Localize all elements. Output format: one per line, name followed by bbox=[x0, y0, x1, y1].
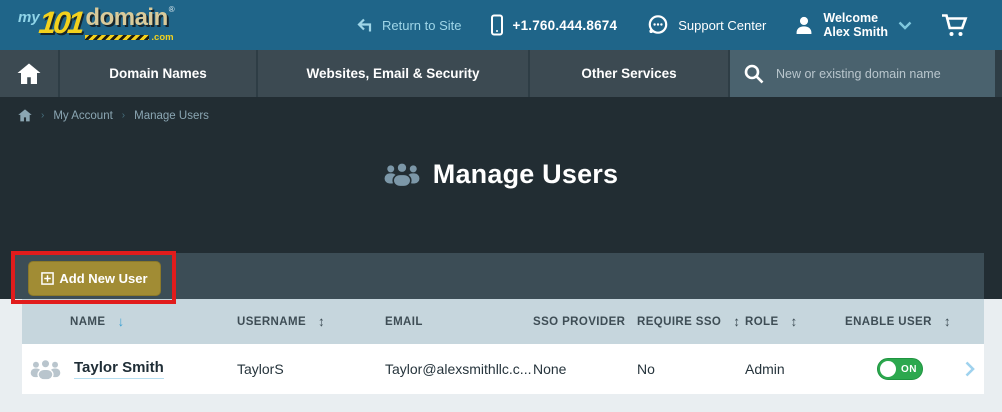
cell-username: TaylorS bbox=[237, 361, 284, 377]
phone-number: +1.760.444.8674 bbox=[512, 17, 618, 33]
mobile-phone-icon bbox=[490, 14, 504, 36]
users-group-icon bbox=[30, 358, 61, 380]
column-label: EMAIL bbox=[385, 315, 423, 328]
support-center-label: Support Center bbox=[678, 17, 767, 33]
logo-my-text: my bbox=[18, 9, 40, 27]
return-to-site-link[interactable]: Return to Site bbox=[357, 17, 462, 33]
domain-search-input[interactable] bbox=[774, 65, 968, 82]
users-group-icon bbox=[384, 162, 420, 187]
page-hero-section: › My Account › Manage Users Manage Users bbox=[0, 97, 1002, 304]
column-header-name[interactable]: NAME ↓ bbox=[22, 314, 237, 329]
nav-item-domain-names[interactable]: Domain Names bbox=[60, 50, 258, 97]
cell-sso-provider: None bbox=[533, 361, 567, 377]
return-to-site-label: Return to Site bbox=[381, 17, 462, 33]
user-icon bbox=[795, 16, 813, 34]
topbar-links: Return to Site +1.760.444.8674 Support C… bbox=[357, 11, 968, 40]
nav-home-button[interactable] bbox=[0, 50, 60, 97]
welcome-line2: Alex Smith bbox=[823, 25, 888, 39]
table-toolbar: Add New User bbox=[15, 253, 984, 299]
column-label: SSO PROVIDER bbox=[533, 315, 626, 328]
support-center-link[interactable]: Support Center bbox=[646, 13, 766, 37]
account-menu[interactable]: Welcome Alex Smith bbox=[795, 11, 912, 40]
sort-both-icon[interactable]: ↕ bbox=[318, 314, 325, 329]
nav-item-other-services[interactable]: Other Services bbox=[530, 50, 730, 97]
headset-icon bbox=[646, 13, 670, 37]
top-header-bar: my 101 domain ® .com Return to Site +1.7… bbox=[0, 0, 1002, 50]
site-logo[interactable]: my 101 domain ® .com bbox=[18, 4, 175, 43]
chevron-down-icon bbox=[898, 21, 912, 30]
column-header-username[interactable]: USERNAME ↕ bbox=[237, 314, 385, 329]
chevron-right-icon[interactable] bbox=[965, 361, 975, 377]
cell-enable-user: ON bbox=[845, 358, 955, 380]
shopping-cart-icon bbox=[941, 13, 968, 38]
column-label: USERNAME bbox=[237, 315, 307, 328]
toggle-knob bbox=[880, 361, 896, 377]
column-header-sso-provider[interactable]: SSO PROVIDER bbox=[533, 316, 637, 328]
cell-email: Taylor@alexsmithllc.c... bbox=[385, 361, 532, 377]
page-title: Manage Users bbox=[0, 159, 1002, 190]
cart-button[interactable] bbox=[941, 13, 968, 38]
plus-square-icon bbox=[41, 272, 55, 285]
column-header-email[interactable]: EMAIL bbox=[385, 316, 533, 328]
column-label: NAME bbox=[70, 315, 106, 328]
home-icon bbox=[17, 63, 41, 85]
breadcrumb-my-account[interactable]: My Account bbox=[53, 110, 112, 122]
column-header-role[interactable]: ROLE ↕ bbox=[745, 314, 845, 329]
table-header-row: NAME ↓ USERNAME ↕ EMAIL SSO PROVIDER REQ… bbox=[22, 299, 984, 344]
nav-label: Websites, Email & Security bbox=[306, 66, 480, 81]
logo-com-text: .com bbox=[151, 31, 174, 43]
nav-label: Domain Names bbox=[109, 66, 207, 81]
breadcrumb-home-icon[interactable] bbox=[18, 109, 32, 122]
column-label: ENABLE USER bbox=[845, 315, 932, 328]
logo-registered-mark: ® bbox=[168, 5, 175, 15]
sort-both-icon[interactable]: ↕ bbox=[944, 314, 951, 329]
column-label: ROLE bbox=[745, 315, 779, 328]
logo-hazard-stripes bbox=[85, 34, 150, 40]
cell-row-expand bbox=[955, 361, 984, 377]
welcome-line1: Welcome bbox=[823, 10, 879, 25]
breadcrumb-separator: › bbox=[121, 110, 126, 121]
cell-require-sso: No bbox=[637, 361, 655, 377]
page-title-text: Manage Users bbox=[432, 159, 619, 189]
breadcrumb-separator: › bbox=[41, 110, 45, 121]
cell-name: Taylor Smith bbox=[22, 358, 237, 380]
main-navigation: Domain Names Websites, Email & Security … bbox=[0, 50, 1002, 97]
toggle-state-label: ON bbox=[901, 363, 917, 375]
sort-both-icon[interactable]: ↕ bbox=[791, 314, 798, 329]
nav-label: Other Services bbox=[581, 66, 677, 81]
phone-link[interactable]: +1.760.444.8674 bbox=[490, 14, 617, 36]
sort-desc-icon[interactable]: ↓ bbox=[117, 314, 124, 329]
nav-item-websites-email-security[interactable]: Websites, Email & Security bbox=[258, 50, 530, 97]
cell-role: Admin bbox=[745, 361, 785, 377]
domain-search-box bbox=[730, 50, 995, 97]
back-arrow-icon bbox=[357, 18, 374, 33]
users-table: NAME ↓ USERNAME ↕ EMAIL SSO PROVIDER REQ… bbox=[22, 299, 984, 394]
logo-domain-block: domain ® .com bbox=[85, 4, 175, 43]
breadcrumb: › My Account › Manage Users bbox=[18, 109, 209, 122]
logo-domain-text: domain bbox=[85, 4, 168, 32]
search-icon bbox=[744, 64, 764, 84]
table-row[interactable]: Taylor Smith TaylorS Taylor@alexsmithllc… bbox=[22, 344, 984, 394]
column-header-enable-user[interactable]: ENABLE USER ↕ bbox=[845, 314, 955, 329]
sort-both-icon[interactable]: ↕ bbox=[733, 314, 740, 329]
table-section: NAME ↓ USERNAME ↕ EMAIL SSO PROVIDER REQ… bbox=[0, 299, 1002, 412]
enable-user-toggle[interactable]: ON bbox=[877, 358, 923, 380]
logo-101-text: 101 bbox=[36, 5, 84, 41]
user-name-link[interactable]: Taylor Smith bbox=[74, 359, 164, 379]
add-new-user-button[interactable]: Add New User bbox=[28, 261, 161, 296]
welcome-text: Welcome Alex Smith bbox=[823, 11, 888, 40]
add-new-user-label: Add New User bbox=[59, 271, 148, 286]
column-label: REQUIRE SSO bbox=[637, 315, 722, 328]
column-header-require-sso[interactable]: REQUIRE SSO ↕ bbox=[637, 314, 745, 329]
breadcrumb-manage-users[interactable]: Manage Users bbox=[134, 110, 209, 122]
